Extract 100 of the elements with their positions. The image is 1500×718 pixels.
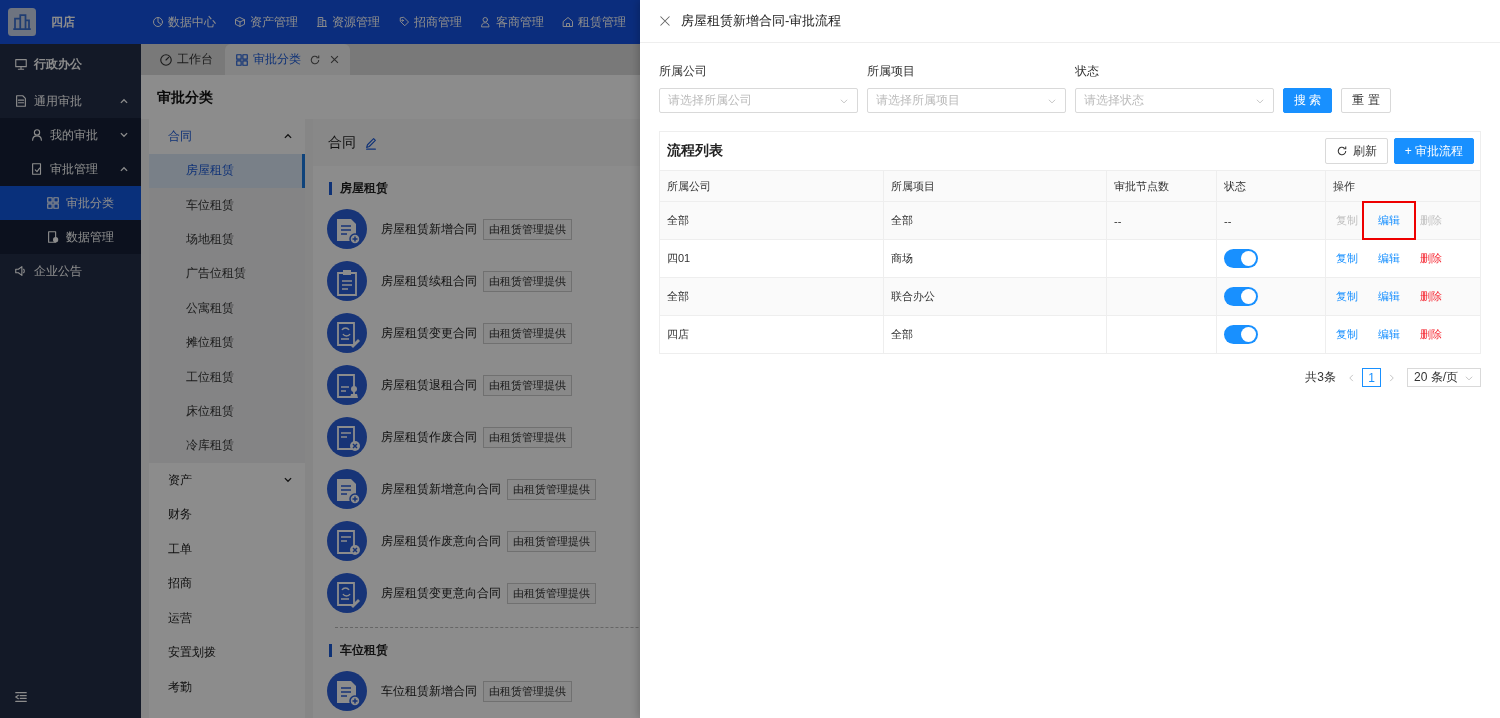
table-cell: 全部 — [660, 278, 884, 315]
category-item[interactable]: 摊位租赁 — [149, 325, 305, 360]
sidebar-item[interactable]: 通用审批 — [0, 84, 141, 118]
reset-button[interactable]: 重 置 — [1341, 88, 1391, 113]
close-icon[interactable] — [329, 54, 340, 65]
action-link[interactable]: 编辑 — [1368, 251, 1410, 266]
document-icon — [327, 209, 367, 249]
document-icon — [327, 521, 367, 561]
sidebar-item[interactable]: 审批分类 — [0, 186, 141, 220]
category-item[interactable]: 考勤 — [149, 670, 305, 705]
add-flow-button[interactable]: + 审批流程 — [1393, 138, 1474, 164]
nav-item[interactable]: 资产管理 — [234, 13, 298, 31]
category-item[interactable]: 公寓租赁 — [149, 291, 305, 326]
flow-name[interactable]: 房屋租赁新增合同 — [381, 220, 477, 238]
action-link[interactable]: 复制 — [1326, 327, 1368, 342]
document-icon — [327, 573, 367, 613]
building-icon — [316, 16, 328, 28]
nav-item[interactable]: 资源管理 — [316, 13, 380, 31]
toggle-switch[interactable] — [1224, 325, 1258, 344]
chevron-up-icon — [119, 164, 129, 174]
flow-name[interactable]: 车位租赁新增合同 — [381, 682, 477, 700]
source-tag: 由租赁管理提供 — [483, 218, 572, 240]
refresh-icon — [309, 53, 321, 66]
chevron-up-icon — [119, 96, 129, 106]
collapse-menu-icon[interactable] — [14, 690, 28, 704]
refresh-icon — [1335, 145, 1348, 157]
field-label: 状态 — [1075, 63, 1100, 80]
total-count: 共3条 — [1305, 369, 1336, 386]
field-label: 所属项目 — [867, 63, 916, 80]
flow-name[interactable]: 房屋租赁作废意向合同 — [381, 532, 501, 550]
document-icon — [327, 313, 367, 353]
table-cell: 全部 — [884, 202, 1107, 239]
table-cell: 联合办公 — [884, 278, 1107, 315]
category-item[interactable]: 房屋租赁 — [149, 153, 305, 188]
nav-item[interactable]: 客商管理 — [480, 13, 544, 31]
sidebar-item[interactable]: 数据管理 — [0, 220, 141, 254]
source-tag: 由租赁管理提供 — [507, 530, 596, 552]
category-item[interactable]: 合同 — [149, 119, 305, 154]
source-tag: 由租赁管理提供 — [483, 374, 572, 396]
pie-chart-icon — [152, 16, 164, 28]
source-tag: 由租赁管理提供 — [483, 680, 572, 702]
sidebar-item[interactable]: 我的审批 — [0, 118, 141, 152]
category-item[interactable]: 资产 — [149, 463, 305, 498]
category-item[interactable]: 工位租赁 — [149, 359, 305, 395]
category-item[interactable]: 广告位租赁 — [149, 256, 305, 292]
document-icon — [30, 162, 44, 176]
category-item[interactable]: 运营 — [149, 601, 305, 636]
table-cell: -- — [1107, 202, 1217, 239]
close-icon[interactable] — [659, 15, 671, 27]
document-icon — [327, 469, 367, 509]
tab[interactable]: 工作台 — [149, 44, 223, 75]
category-item[interactable]: 车位租赁 — [149, 187, 305, 223]
edit-icon[interactable] — [364, 135, 378, 150]
nav-item[interactable]: 租赁管理 — [562, 13, 626, 31]
logo-icon — [8, 8, 36, 36]
tab[interactable]: 审批分类 — [225, 44, 350, 75]
category-item[interactable]: 场地租赁 — [149, 222, 305, 257]
category-item[interactable]: 招商 — [149, 566, 305, 601]
field-label: 所属公司 — [659, 63, 708, 80]
page-size-select[interactable]: 20 条/页 — [1407, 368, 1481, 387]
user-icon — [480, 16, 492, 28]
toggle-switch[interactable] — [1224, 249, 1258, 268]
action-link[interactable]: 复制 — [1326, 251, 1368, 266]
flow-name[interactable]: 房屋租赁变更合同 — [381, 324, 477, 342]
category-item[interactable]: 工单 — [149, 532, 305, 567]
search-button[interactable]: 搜 索 — [1283, 88, 1333, 113]
toggle-switch[interactable] — [1224, 287, 1258, 306]
action-link[interactable]: 复制 — [1326, 289, 1368, 304]
action-link[interactable]: 编辑 — [1368, 327, 1410, 342]
flow-name[interactable]: 房屋租赁退租合同 — [381, 376, 477, 394]
action-link[interactable]: 删除 — [1410, 251, 1452, 266]
flow-name[interactable]: 房屋租赁变更意向合同 — [381, 584, 501, 602]
refresh-button[interactable]: 刷新 — [1324, 138, 1388, 164]
brand-name: 四店 — [51, 13, 75, 31]
source-tag: 由租赁管理提供 — [507, 478, 596, 500]
flow-name[interactable]: 房屋租赁续租合同 — [381, 272, 477, 290]
table-cell: -- — [1217, 202, 1326, 239]
category-item[interactable]: 冷库租赁 — [149, 428, 305, 463]
action-link[interactable]: 编辑 — [1364, 203, 1414, 238]
sidebar-item[interactable]: 企业公告 — [0, 254, 141, 288]
action-link[interactable]: 编辑 — [1368, 289, 1410, 304]
category-item[interactable]: 床位租赁 — [149, 394, 305, 429]
action-link[interactable]: 删除 — [1410, 289, 1452, 304]
page-button[interactable]: 1 — [1362, 368, 1381, 387]
speaker-icon — [14, 264, 28, 278]
category-item[interactable]: 财务 — [149, 497, 305, 532]
document-icon — [327, 365, 367, 405]
flow-name[interactable]: 房屋租赁作废合同 — [381, 428, 477, 446]
category-item[interactable]: 安置划拨 — [149, 635, 305, 670]
sidebar-item[interactable]: 审批管理 — [0, 152, 141, 186]
panel-title: 合同 — [328, 133, 356, 152]
table-cell: 全部 — [660, 202, 884, 239]
drawer-title: 房屋租赁新增合同-审批流程 — [681, 12, 842, 30]
page-title: 审批分类 — [156, 88, 214, 107]
monitor-icon — [14, 57, 28, 71]
action-link[interactable]: 删除 — [1410, 327, 1452, 342]
nav-item[interactable]: 招商管理 — [398, 13, 462, 31]
flow-name[interactable]: 房屋租赁新增意向合同 — [381, 480, 501, 498]
nav-item[interactable]: 数据中心 — [152, 13, 216, 31]
sidebar-item[interactable]: 行政办公 — [0, 44, 141, 84]
